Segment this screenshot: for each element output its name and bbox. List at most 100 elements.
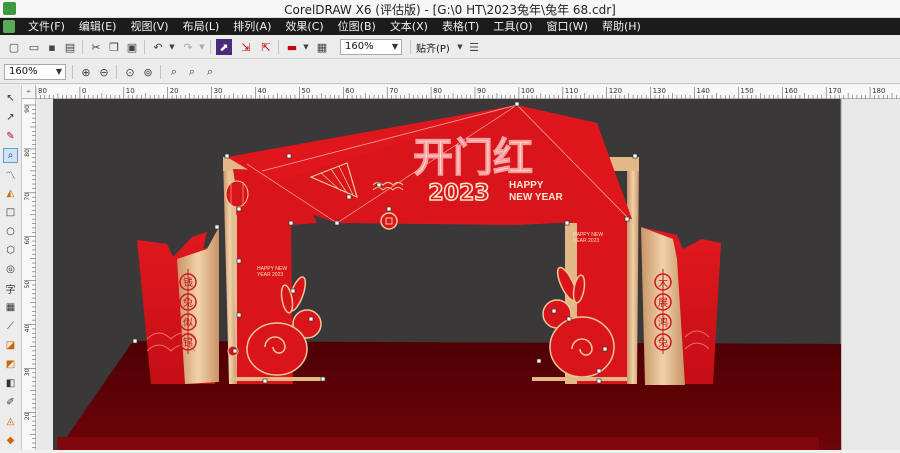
horizontal-ruler-scale: 80 0 10 20 30 40 50 60 70 80 90 100 110 120 130 140 150 1… xyxy=(35,87,897,99)
import-icon[interactable]: ⇲ xyxy=(238,39,254,55)
ruler-tick-label: 80 xyxy=(38,87,47,95)
title-bar: CorelDRAW X6 (评估版) - [G:\0 HT\2023兔年\兔年 … xyxy=(0,0,900,18)
ruler-tick-label: 50 xyxy=(301,87,310,95)
ruler-tick-label: 180 xyxy=(872,87,885,95)
table-tool-icon[interactable]: ▦ xyxy=(3,300,18,315)
standard-toolbar: ▢ ▭ ▪ ▤ ✂ ❐ ▣ ↶ ▼ ↷ ▼ ⬈ ⇲ ⇱ ▬ ▼ ▦ 160% ▼… xyxy=(0,35,900,59)
basic-shapes-tool-icon[interactable]: ◎ xyxy=(3,262,18,277)
application-launcher-icon[interactable]: ▦ xyxy=(314,39,330,55)
separator xyxy=(210,40,211,54)
text-tool-icon[interactable]: 字 xyxy=(3,281,18,296)
ruler-tick-label: 160 xyxy=(784,87,797,95)
menu-item[interactable]: 工具(O) xyxy=(487,19,540,34)
coin-decoration xyxy=(380,212,398,230)
menu-item[interactable]: 文本(X) xyxy=(384,19,436,34)
paste-icon[interactable]: ▣ xyxy=(124,39,140,55)
menu-item[interactable]: 效果(C) xyxy=(279,19,331,34)
menu-item[interactable]: 编辑(E) xyxy=(73,19,125,34)
blend-tool-icon[interactable]: ◩ xyxy=(3,357,18,372)
shape-tool-icon[interactable]: ↗ xyxy=(3,110,18,125)
transparency-tool-icon[interactable]: ◧ xyxy=(3,376,18,391)
fill-tool-icon[interactable]: ◆ xyxy=(3,433,18,448)
smart-fill-tool-icon[interactable]: ◭ xyxy=(3,186,18,201)
eyedropper-tool-icon[interactable]: ✐ xyxy=(3,395,18,410)
menu-item[interactable]: 排列(A) xyxy=(227,19,279,34)
ruler-tick-label: 60 xyxy=(345,87,354,95)
menu-item[interactable]: 位图(B) xyxy=(332,19,384,34)
zoom-level-value: 160% xyxy=(9,66,38,77)
zoom-in-icon[interactable]: ⊕ xyxy=(78,64,94,80)
zoom-out-icon[interactable]: ⊖ xyxy=(96,64,112,80)
menu-item[interactable]: 视图(V) xyxy=(124,19,176,34)
publish-dropdown-icon[interactable]: ▼ xyxy=(298,39,314,55)
dimension-tool-icon[interactable]: ⟋ xyxy=(3,319,18,334)
options-icon[interactable]: ☰ xyxy=(466,39,482,55)
separator xyxy=(410,40,411,54)
separator xyxy=(278,40,279,54)
right-side-panel: 大 展 鸿 兔 xyxy=(641,227,721,385)
vertical-ruler[interactable]: 908070605040302010 xyxy=(22,99,36,450)
separator xyxy=(144,40,145,54)
ruler-tick-label: 150 xyxy=(740,87,753,95)
right-char-2: 展 xyxy=(658,297,668,309)
ruler-tick-label: 110 xyxy=(565,87,578,95)
right-char-1: 大 xyxy=(658,276,668,289)
year-text: 2023 xyxy=(428,181,489,206)
zoom-tool-icon[interactable]: ⌕ xyxy=(3,148,18,163)
snap-to-button[interactable]: 贴齐(P) xyxy=(416,40,450,55)
pick-tool-icon[interactable]: ↖ xyxy=(3,91,18,106)
zoom-level-select[interactable]: 160% ▼ xyxy=(340,39,402,55)
connector-tool-icon[interactable]: ◪ xyxy=(3,338,18,353)
drawing-canvas[interactable]: 钱 兔 似 锦 大 展 鸿 兔 开门红 2023 HAPPY NEW YEAR … xyxy=(37,99,900,451)
ruler-tick-label: 170 xyxy=(828,87,841,95)
zoom-level-select-property[interactable]: 160% ▼ xyxy=(4,64,66,80)
outline-pen-tool-icon[interactable]: ◬ xyxy=(3,414,18,429)
ruler-tick-label: 80 xyxy=(433,87,442,95)
stage-front xyxy=(57,437,819,450)
ruler-tick-label: 30 xyxy=(24,368,31,376)
zoom-to-page-height-icon[interactable]: ⌕ xyxy=(202,64,218,80)
zoom-to-page-icon[interactable]: ⌕ xyxy=(166,64,182,80)
ruler-tick-label: 100 xyxy=(521,87,534,95)
horizontal-ruler[interactable]: 80 0 10 20 30 40 50 60 70 80 90 100 110 120 130 140 150 1… xyxy=(22,85,900,99)
artwork: 钱 兔 似 锦 大 展 鸿 兔 开门红 2023 HAPPY NEW YEAR … xyxy=(53,99,842,451)
greeting-new-year: NEW YEAR xyxy=(509,192,563,203)
ellipse-tool-icon[interactable]: ○ xyxy=(3,224,18,239)
right-char-3: 鸿 xyxy=(658,316,668,329)
undo-dropdown-icon[interactable]: ▼ xyxy=(164,39,180,55)
cut-icon[interactable]: ✂ xyxy=(88,39,104,55)
rectangle-tool-icon[interactable]: □ xyxy=(3,205,18,220)
freehand-tool-icon[interactable]: 〽 xyxy=(3,167,18,182)
zoom-to-selected-icon[interactable]: ⊙ xyxy=(122,64,138,80)
property-bar: 160% ▼ ⊕ ⊖ ⊙ ⊚ ⌕ ⌕ ⌕ xyxy=(0,60,900,84)
ruler-tick-label: 130 xyxy=(653,87,666,95)
menu-item[interactable]: 帮助(H) xyxy=(596,19,649,34)
chevron-down-icon: ▼ xyxy=(391,42,398,51)
separator xyxy=(160,65,161,79)
menu-item[interactable]: 窗口(W) xyxy=(541,19,596,34)
menu-item[interactable]: 布局(L) xyxy=(177,19,228,34)
ruler-origin-icon[interactable]: ⌖ xyxy=(22,85,36,99)
ruler-tick-label: 120 xyxy=(609,87,622,95)
new-document-icon[interactable]: ▢ xyxy=(6,39,22,55)
ruler-tick-label: 140 xyxy=(697,87,710,95)
polygon-tool-icon[interactable]: ⬡ xyxy=(3,243,18,258)
document-icon[interactable] xyxy=(3,20,15,33)
ruler-tick-label: 70 xyxy=(389,87,398,95)
search-content-icon[interactable]: ⬈ xyxy=(216,39,232,55)
save-icon[interactable]: ▪ xyxy=(44,39,60,55)
small-year-right: YEAR 2023 xyxy=(573,238,599,244)
menu-item[interactable]: 表格(T) xyxy=(436,19,487,34)
print-icon[interactable]: ▤ xyxy=(62,39,78,55)
menu-item[interactable]: 文件(F) xyxy=(22,19,73,34)
crop-tool-icon[interactable]: ✎ xyxy=(3,129,18,144)
open-folder-icon[interactable]: ▭ xyxy=(26,39,42,55)
zoom-to-page-width-icon[interactable]: ⌕ xyxy=(184,64,200,80)
chevron-down-icon: ▼ xyxy=(55,67,62,76)
zoom-to-all-objects-icon[interactable]: ⊚ xyxy=(140,64,156,80)
redo-dropdown-icon[interactable]: ▼ xyxy=(194,39,210,55)
small-year-left: YEAR 2023 xyxy=(257,272,283,278)
export-icon[interactable]: ⇱ xyxy=(258,39,274,55)
copy-icon[interactable]: ❐ xyxy=(106,39,122,55)
ruler-tick-label: 20 xyxy=(170,87,179,95)
